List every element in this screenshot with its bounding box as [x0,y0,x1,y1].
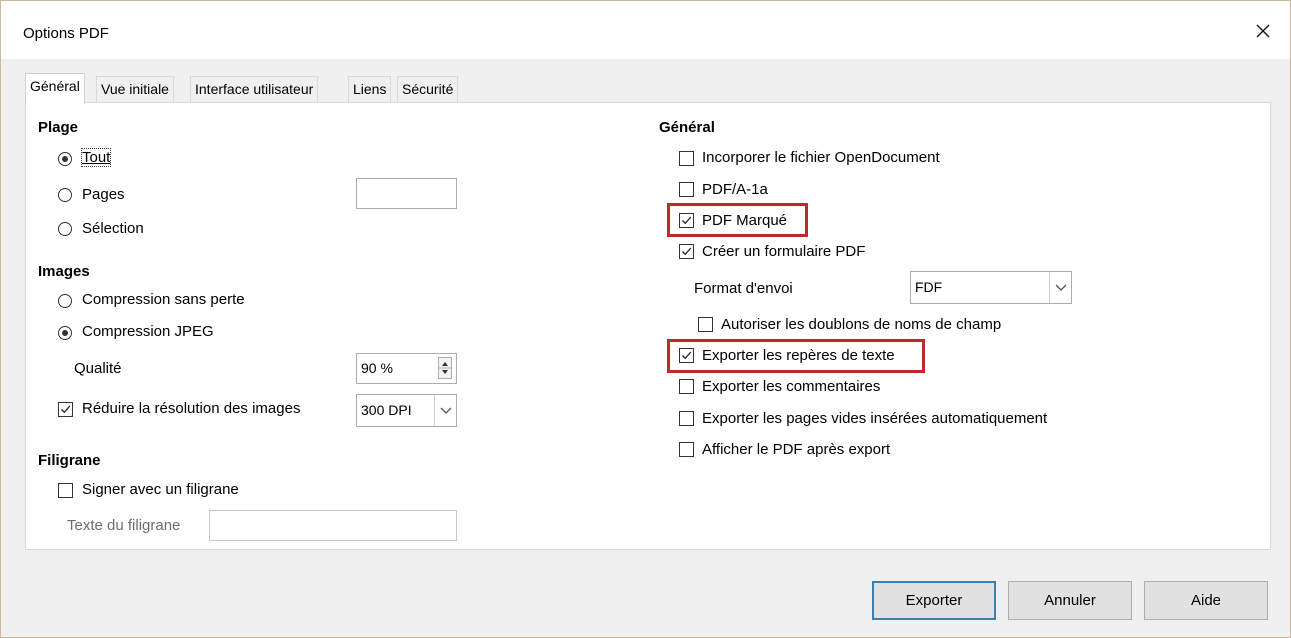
close-icon[interactable] [1251,19,1275,43]
export-comments-checkbox[interactable] [679,379,694,394]
pages-input[interactable] [356,178,457,209]
radio-jpeg-label: Compression JPEG [82,323,214,340]
chevron-down-icon[interactable] [434,395,456,426]
watermark-heading: Filigrane [38,452,101,469]
radio-lossless[interactable] [58,294,72,308]
radio-pages[interactable] [58,188,72,202]
range-heading: Plage [38,119,79,136]
submit-format-value: FDF [915,279,943,295]
title-bar: Options PDF [1,1,1290,59]
reduce-resolution-checkbox[interactable] [58,402,73,417]
images-heading: Images [38,263,90,280]
radio-selection-label: Sélection [82,220,144,237]
tab-links[interactable]: Liens [348,76,392,103]
tab-general[interactable]: Général [25,73,85,104]
embed-opendocument-checkbox[interactable] [679,151,694,166]
quality-label: Qualité [74,360,122,377]
tab-user-interface[interactable]: Interface utilisateur [190,76,319,103]
submit-format-label: Format d'envoi [694,280,793,297]
radio-pages-label: Pages [82,186,125,203]
radio-jpeg[interactable] [58,326,72,340]
quality-value: 90 % [361,360,393,376]
pdfa-checkbox[interactable] [679,182,694,197]
export-blank-pages-label: Exporter les pages vides insérées automa… [702,410,1048,427]
radio-lossless-label: Compression sans perte [82,291,245,308]
export-comments-label: Exporter les commentaires [702,378,881,395]
reduce-resolution-label: Réduire la résolution des images [82,400,301,417]
pdf-options-dialog: Options PDF Général Vue initiale Interfa… [0,0,1291,638]
tab-security[interactable]: Sécurité [397,76,459,103]
tab-initial-view[interactable]: Vue initiale [96,76,174,103]
quality-spinner[interactable]: 90 % [356,353,457,384]
export-button[interactable]: Exporter [872,581,996,620]
watermark-text-input[interactable] [209,510,457,541]
sign-watermark-label: Signer avec un filigrane [82,481,239,498]
resolution-combo[interactable]: 300 DPI [356,394,457,427]
chevron-down-icon[interactable] [1049,272,1071,303]
embed-opendocument-label: Incorporer le fichier OpenDocument [702,149,940,166]
allow-duplicates-label: Autoriser les doublons de noms de champ [721,316,1002,333]
create-form-label: Créer un formulaire PDF [702,243,866,260]
help-button[interactable]: Aide [1144,581,1268,620]
export-blank-pages-checkbox[interactable] [679,411,694,426]
sign-watermark-checkbox[interactable] [58,483,73,498]
radio-all-label: Tout [80,148,112,167]
cancel-button[interactable]: Annuler [1008,581,1132,620]
view-after-export-checkbox[interactable] [679,442,694,457]
create-form-checkbox[interactable] [679,244,694,259]
spinner-arrows-icon[interactable] [438,357,452,379]
highlight-box-tagged [667,203,808,237]
radio-all[interactable] [58,152,72,166]
highlight-box-bookmarks [667,339,925,373]
radio-selection[interactable] [58,222,72,236]
pdfa-label: PDF/A-1a [702,181,768,198]
view-after-export-label: Afficher le PDF après export [702,441,891,458]
resolution-value: 300 DPI [361,402,412,418]
allow-duplicates-checkbox[interactable] [698,317,713,332]
dialog-title: Options PDF [23,25,109,42]
submit-format-combo[interactable]: FDF [910,271,1072,304]
general-heading: Général [659,119,715,136]
watermark-text-label: Texte du filigrane [67,517,181,534]
